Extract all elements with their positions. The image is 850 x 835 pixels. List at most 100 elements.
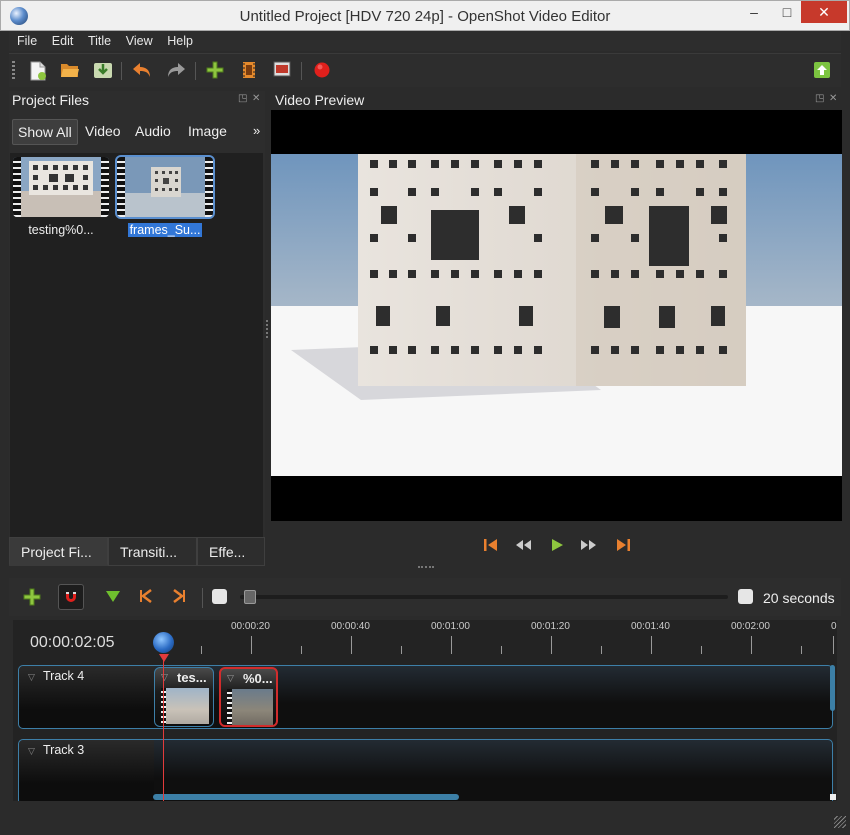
- filter-image[interactable]: Image: [183, 119, 232, 145]
- track-header[interactable]: ▽ Track 4: [19, 666, 154, 728]
- file-name: frames_Su...: [127, 223, 203, 237]
- playhead-handle[interactable]: [153, 632, 174, 653]
- main-toolbar: [9, 53, 841, 87]
- close-preview-icon[interactable]: ✕: [829, 93, 837, 104]
- film-strip: [205, 157, 213, 217]
- filter-video[interactable]: Video: [80, 119, 126, 145]
- ruler-tick: [351, 636, 352, 654]
- choose-profile-icon[interactable]: [239, 61, 259, 81]
- timeline-ruler[interactable]: 00:00:20 00:00:40 00:01:00 00:01:20 00:0…: [153, 620, 837, 660]
- play-icon[interactable]: [548, 537, 566, 555]
- tick-label: 00:01:00: [431, 621, 470, 632]
- ruler-tick: [751, 636, 752, 654]
- track-menu-icon[interactable]: ▽: [28, 746, 35, 757]
- ruler-tick: [301, 646, 302, 654]
- clip-thumbnail: [227, 689, 273, 725]
- file-thumbnail-selected[interactable]: [117, 157, 213, 217]
- menu-view[interactable]: View: [126, 31, 153, 51]
- tick-label: 00:01:20: [531, 621, 570, 632]
- ruler-tick: [833, 636, 834, 654]
- tick-label: 0: [831, 621, 837, 632]
- files-list: testing%0... frames_Su...: [10, 153, 263, 537]
- file-label-selected[interactable]: frames_Su...: [117, 223, 213, 237]
- track-menu-icon[interactable]: ▽: [28, 672, 35, 683]
- toolbar-separator: [121, 62, 122, 80]
- snapping-icon[interactable]: [58, 584, 84, 610]
- toolbar-separator: [202, 588, 203, 608]
- timeline-horizontal-scrollbar[interactable]: [153, 794, 459, 800]
- fullscreen-icon[interactable]: [272, 61, 292, 81]
- zoom-in-icon[interactable]: [738, 589, 753, 604]
- resize-grip[interactable]: [834, 816, 846, 828]
- new-project-icon[interactable]: [28, 61, 48, 81]
- menu-help[interactable]: Help: [167, 31, 193, 51]
- file-thumbnail[interactable]: [13, 157, 109, 217]
- track[interactable]: ▽ Track 3: [18, 739, 833, 801]
- menu-file[interactable]: File: [17, 31, 37, 51]
- title-bar: Untitled Project [HDV 720 24p] - OpenSho…: [0, 0, 850, 31]
- track-name: Track 4: [43, 669, 85, 683]
- zoom-label: 20 seconds: [763, 590, 835, 606]
- video-preview[interactable]: [271, 110, 842, 521]
- toolbar-grip[interactable]: [12, 61, 15, 81]
- panel-splitter[interactable]: [266, 320, 269, 338]
- playhead-marker: [159, 654, 169, 662]
- add-marker-icon[interactable]: [100, 584, 126, 610]
- filter-show-all[interactable]: Show All: [12, 119, 78, 145]
- tick-label: 00:01:40: [631, 621, 670, 632]
- track[interactable]: ▽ Track 4 ▽ tes... ▽ %0...: [18, 665, 833, 729]
- minimize-button[interactable]: –: [739, 1, 769, 23]
- more-filters-icon[interactable]: »: [248, 119, 265, 145]
- clip-title: %0...: [243, 671, 273, 686]
- dock-tabs: Project Fi... Transiti... Effe...: [9, 537, 265, 566]
- zoom-slider-track[interactable]: [240, 595, 728, 599]
- film-strip: [227, 689, 232, 725]
- update-available-icon[interactable]: [812, 61, 832, 81]
- ruler-tick: [401, 646, 402, 654]
- timeline-vertical-scrollbar[interactable]: [830, 665, 835, 711]
- export-record-icon[interactable]: [312, 61, 332, 81]
- zoom-slider-handle[interactable]: [244, 590, 256, 604]
- save-project-icon[interactable]: [93, 61, 113, 81]
- maximize-button[interactable]: □: [772, 1, 802, 23]
- ruler-tick: [701, 646, 702, 654]
- file-label[interactable]: testing%0...: [13, 223, 109, 237]
- zoom-out-icon[interactable]: [212, 589, 227, 604]
- dock-splitter[interactable]: [418, 566, 434, 570]
- float-panel-icon[interactable]: ◳: [238, 93, 247, 104]
- close-button[interactable]: ✕: [801, 1, 847, 23]
- clip-menu-icon[interactable]: ▽: [227, 673, 234, 684]
- ruler-tick: [251, 636, 252, 654]
- scrollbar-corner: [830, 794, 836, 800]
- rewind-icon[interactable]: [514, 537, 532, 555]
- timeline[interactable]: 00:00:02:05 00:00:20 00:00:40 00:01:00 0…: [13, 620, 837, 801]
- menu-edit[interactable]: Edit: [52, 31, 74, 51]
- undo-icon[interactable]: [132, 61, 152, 81]
- panel-title: Project Files: [12, 92, 90, 108]
- float-preview-icon[interactable]: ◳: [815, 93, 824, 104]
- redo-icon[interactable]: [166, 61, 186, 81]
- tab-effects[interactable]: Effe...: [197, 537, 265, 566]
- fast-forward-icon[interactable]: [580, 537, 598, 555]
- clip-selected[interactable]: ▽ %0...: [219, 667, 278, 727]
- tab-project-files[interactable]: Project Fi...: [9, 537, 108, 566]
- import-files-icon[interactable]: [205, 61, 225, 81]
- jump-end-icon[interactable]: [614, 537, 632, 555]
- next-marker-icon[interactable]: [166, 584, 192, 610]
- menu-title[interactable]: Title: [88, 31, 111, 51]
- ruler-tick: [451, 636, 452, 654]
- previous-marker-icon[interactable]: [133, 584, 159, 610]
- filter-audio[interactable]: Audio: [130, 119, 176, 145]
- add-track-icon[interactable]: [19, 584, 45, 610]
- tab-transitions[interactable]: Transiti...: [108, 537, 197, 566]
- current-time: 00:00:02:05: [30, 634, 115, 651]
- track-name: Track 3: [43, 743, 85, 757]
- video-preview-title: Video Preview: [275, 92, 365, 108]
- ruler-tick: [201, 646, 202, 654]
- playhead-line: [163, 654, 164, 801]
- open-project-icon[interactable]: [60, 61, 80, 81]
- close-panel-icon[interactable]: ✕: [252, 93, 260, 104]
- tick-label: 00:00:20: [231, 621, 270, 632]
- track-header[interactable]: ▽ Track 3: [19, 740, 154, 801]
- jump-start-icon[interactable]: [482, 537, 500, 555]
